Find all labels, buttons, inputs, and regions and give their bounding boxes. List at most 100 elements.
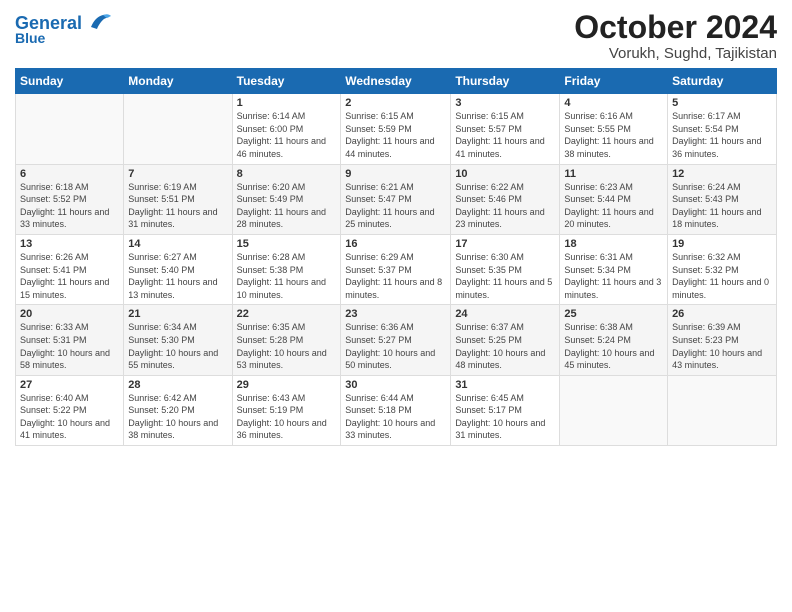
day-info: Sunrise: 6:39 AMSunset: 5:23 PMDaylight:… <box>672 321 772 371</box>
day-number: 31 <box>455 379 555 391</box>
calendar-cell: 13Sunrise: 6:26 AMSunset: 5:41 PMDayligh… <box>16 234 124 304</box>
title-block: October 2024 Vorukh, Sughd, Tajikistan <box>574 10 777 62</box>
day-info: Sunrise: 6:44 AMSunset: 5:18 PMDaylight:… <box>345 392 446 442</box>
day-info: Sunrise: 6:22 AMSunset: 5:46 PMDaylight:… <box>455 181 555 231</box>
calendar-cell <box>668 375 777 445</box>
calendar-cell <box>16 94 124 164</box>
day-info: Sunrise: 6:30 AMSunset: 5:35 PMDaylight:… <box>455 251 555 301</box>
calendar-header-row: SundayMondayTuesdayWednesdayThursdayFrid… <box>16 69 777 94</box>
day-info: Sunrise: 6:38 AMSunset: 5:24 PMDaylight:… <box>564 321 663 371</box>
calendar-cell: 18Sunrise: 6:31 AMSunset: 5:34 PMDayligh… <box>560 234 668 304</box>
calendar-cell: 20Sunrise: 6:33 AMSunset: 5:31 PMDayligh… <box>16 305 124 375</box>
calendar-cell: 1Sunrise: 6:14 AMSunset: 6:00 PMDaylight… <box>232 94 341 164</box>
calendar-week-row: 27Sunrise: 6:40 AMSunset: 5:22 PMDayligh… <box>16 375 777 445</box>
day-number: 18 <box>564 238 663 250</box>
calendar-cell: 17Sunrise: 6:30 AMSunset: 5:35 PMDayligh… <box>451 234 560 304</box>
day-number: 30 <box>345 379 446 391</box>
day-info: Sunrise: 6:15 AMSunset: 5:57 PMDaylight:… <box>455 110 555 160</box>
day-info: Sunrise: 6:33 AMSunset: 5:31 PMDaylight:… <box>20 321 119 371</box>
calendar-table: SundayMondayTuesdayWednesdayThursdayFrid… <box>15 68 777 446</box>
day-number: 22 <box>237 308 337 320</box>
calendar-cell: 27Sunrise: 6:40 AMSunset: 5:22 PMDayligh… <box>16 375 124 445</box>
day-info: Sunrise: 6:16 AMSunset: 5:55 PMDaylight:… <box>564 110 663 160</box>
calendar-cell: 30Sunrise: 6:44 AMSunset: 5:18 PMDayligh… <box>341 375 451 445</box>
day-number: 12 <box>672 168 772 180</box>
weekday-header: Thursday <box>451 69 560 94</box>
day-number: 15 <box>237 238 337 250</box>
day-number: 19 <box>672 238 772 250</box>
logo-bird-icon <box>89 13 111 31</box>
weekday-header: Sunday <box>16 69 124 94</box>
day-number: 28 <box>128 379 227 391</box>
day-number: 23 <box>345 308 446 320</box>
calendar-cell: 12Sunrise: 6:24 AMSunset: 5:43 PMDayligh… <box>668 164 777 234</box>
day-info: Sunrise: 6:23 AMSunset: 5:44 PMDaylight:… <box>564 181 663 231</box>
calendar-cell: 16Sunrise: 6:29 AMSunset: 5:37 PMDayligh… <box>341 234 451 304</box>
day-info: Sunrise: 6:45 AMSunset: 5:17 PMDaylight:… <box>455 392 555 442</box>
calendar-week-row: 1Sunrise: 6:14 AMSunset: 6:00 PMDaylight… <box>16 94 777 164</box>
day-number: 7 <box>128 168 227 180</box>
day-info: Sunrise: 6:32 AMSunset: 5:32 PMDaylight:… <box>672 251 772 301</box>
calendar-cell <box>560 375 668 445</box>
logo: General Blue <box>15 14 111 46</box>
day-info: Sunrise: 6:36 AMSunset: 5:27 PMDaylight:… <box>345 321 446 371</box>
calendar-cell: 9Sunrise: 6:21 AMSunset: 5:47 PMDaylight… <box>341 164 451 234</box>
calendar-cell: 25Sunrise: 6:38 AMSunset: 5:24 PMDayligh… <box>560 305 668 375</box>
day-info: Sunrise: 6:27 AMSunset: 5:40 PMDaylight:… <box>128 251 227 301</box>
calendar-cell: 10Sunrise: 6:22 AMSunset: 5:46 PMDayligh… <box>451 164 560 234</box>
day-info: Sunrise: 6:21 AMSunset: 5:47 PMDaylight:… <box>345 181 446 231</box>
weekday-header: Saturday <box>668 69 777 94</box>
calendar-cell: 22Sunrise: 6:35 AMSunset: 5:28 PMDayligh… <box>232 305 341 375</box>
day-number: 25 <box>564 308 663 320</box>
weekday-header: Friday <box>560 69 668 94</box>
day-info: Sunrise: 6:43 AMSunset: 5:19 PMDaylight:… <box>237 392 337 442</box>
day-info: Sunrise: 6:31 AMSunset: 5:34 PMDaylight:… <box>564 251 663 301</box>
day-number: 29 <box>237 379 337 391</box>
day-info: Sunrise: 6:15 AMSunset: 5:59 PMDaylight:… <box>345 110 446 160</box>
day-info: Sunrise: 6:17 AMSunset: 5:54 PMDaylight:… <box>672 110 772 160</box>
day-number: 27 <box>20 379 119 391</box>
calendar-cell: 8Sunrise: 6:20 AMSunset: 5:49 PMDaylight… <box>232 164 341 234</box>
day-number: 13 <box>20 238 119 250</box>
day-number: 4 <box>564 97 663 109</box>
calendar-cell: 4Sunrise: 6:16 AMSunset: 5:55 PMDaylight… <box>560 94 668 164</box>
calendar-week-row: 20Sunrise: 6:33 AMSunset: 5:31 PMDayligh… <box>16 305 777 375</box>
day-number: 20 <box>20 308 119 320</box>
calendar-cell: 6Sunrise: 6:18 AMSunset: 5:52 PMDaylight… <box>16 164 124 234</box>
calendar-cell: 2Sunrise: 6:15 AMSunset: 5:59 PMDaylight… <box>341 94 451 164</box>
day-info: Sunrise: 6:29 AMSunset: 5:37 PMDaylight:… <box>345 251 446 301</box>
day-info: Sunrise: 6:34 AMSunset: 5:30 PMDaylight:… <box>128 321 227 371</box>
calendar-cell: 21Sunrise: 6:34 AMSunset: 5:30 PMDayligh… <box>124 305 232 375</box>
day-number: 26 <box>672 308 772 320</box>
day-info: Sunrise: 6:40 AMSunset: 5:22 PMDaylight:… <box>20 392 119 442</box>
day-info: Sunrise: 6:20 AMSunset: 5:49 PMDaylight:… <box>237 181 337 231</box>
calendar-cell: 15Sunrise: 6:28 AMSunset: 5:38 PMDayligh… <box>232 234 341 304</box>
header: General Blue October 2024 Vorukh, Sughd,… <box>15 10 777 62</box>
day-info: Sunrise: 6:24 AMSunset: 5:43 PMDaylight:… <box>672 181 772 231</box>
day-number: 16 <box>345 238 446 250</box>
weekday-header: Tuesday <box>232 69 341 94</box>
day-info: Sunrise: 6:35 AMSunset: 5:28 PMDaylight:… <box>237 321 337 371</box>
calendar-cell <box>124 94 232 164</box>
day-info: Sunrise: 6:37 AMSunset: 5:25 PMDaylight:… <box>455 321 555 371</box>
weekday-header: Monday <box>124 69 232 94</box>
calendar-week-row: 13Sunrise: 6:26 AMSunset: 5:41 PMDayligh… <box>16 234 777 304</box>
day-number: 5 <box>672 97 772 109</box>
calendar-cell: 19Sunrise: 6:32 AMSunset: 5:32 PMDayligh… <box>668 234 777 304</box>
calendar-cell: 5Sunrise: 6:17 AMSunset: 5:54 PMDaylight… <box>668 94 777 164</box>
calendar-cell: 29Sunrise: 6:43 AMSunset: 5:19 PMDayligh… <box>232 375 341 445</box>
calendar-week-row: 6Sunrise: 6:18 AMSunset: 5:52 PMDaylight… <box>16 164 777 234</box>
day-number: 24 <box>455 308 555 320</box>
day-info: Sunrise: 6:28 AMSunset: 5:38 PMDaylight:… <box>237 251 337 301</box>
day-number: 17 <box>455 238 555 250</box>
calendar-cell: 26Sunrise: 6:39 AMSunset: 5:23 PMDayligh… <box>668 305 777 375</box>
day-number: 10 <box>455 168 555 180</box>
day-number: 3 <box>455 97 555 109</box>
calendar-cell: 31Sunrise: 6:45 AMSunset: 5:17 PMDayligh… <box>451 375 560 445</box>
day-number: 1 <box>237 97 337 109</box>
calendar-cell: 14Sunrise: 6:27 AMSunset: 5:40 PMDayligh… <box>124 234 232 304</box>
page-subtitle: Vorukh, Sughd, Tajikistan <box>574 45 777 62</box>
day-number: 6 <box>20 168 119 180</box>
day-number: 11 <box>564 168 663 180</box>
calendar-cell: 3Sunrise: 6:15 AMSunset: 5:57 PMDaylight… <box>451 94 560 164</box>
